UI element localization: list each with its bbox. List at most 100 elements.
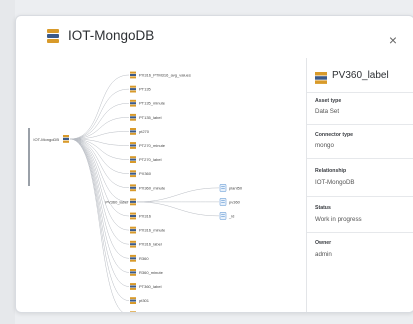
node-label: PT135_minute (139, 101, 166, 106)
dialog-title: IOT-MongoDB (68, 28, 155, 43)
divider (307, 124, 413, 125)
table-icon (130, 99, 136, 107)
graph-field-node[interactable]: pv360 (219, 198, 241, 206)
node-label: pt301 (139, 298, 150, 303)
divider (307, 196, 413, 197)
graph-field-node[interactable]: _id (219, 212, 234, 220)
graph-node[interactable]: PX316_PTM316_avg_values (130, 71, 191, 79)
graph-edge (69, 138, 130, 203)
node-label: PX360_minute (139, 185, 166, 190)
graph-node[interactable]: pt270 (130, 128, 150, 135)
connector-type-label: Connector type (315, 132, 354, 138)
table-icon (130, 170, 136, 178)
graph-root-node[interactable]: IOT-MongoDB (33, 135, 69, 143)
table-icon (130, 128, 136, 135)
node-label: R360_minute (139, 270, 164, 275)
resize-handle[interactable] (28, 128, 30, 186)
node-label: plant50 (229, 185, 243, 190)
node-label: PX316 (139, 214, 152, 219)
node-label: PX316_minute (139, 228, 166, 233)
graph-node[interactable]: PT301_minute (130, 311, 166, 312)
node-label: PT135 (139, 87, 152, 92)
node-label: PX316_label (139, 242, 162, 247)
graph-node[interactable]: R360_minute (130, 269, 164, 276)
node-label: PX316_PTM316_avg_values (139, 73, 191, 78)
field-icon (219, 198, 227, 206)
background-rail (0, 0, 15, 324)
graph-node[interactable]: PV360_label (105, 198, 136, 206)
status-label: Status (315, 205, 331, 211)
node-label: PT270_minute (139, 143, 166, 148)
table-icon (315, 72, 327, 84)
graph-node[interactable]: PX316 (130, 212, 152, 220)
table-icon (130, 254, 136, 262)
table-icon (130, 184, 136, 192)
graph-node[interactable]: pt301 (130, 297, 150, 304)
table-icon (130, 85, 136, 93)
graph-node[interactable]: PT135 (130, 85, 152, 93)
graph-edge (69, 138, 123, 312)
graph-field-node[interactable]: plant50 (219, 184, 243, 192)
dialog-header: IOT-MongoDB × (16, 16, 413, 58)
graph-node[interactable]: PT135_minute (130, 99, 166, 107)
node-label: PT135_label (139, 115, 162, 120)
node-label: pt270 (139, 129, 150, 134)
graph-edge (69, 74, 130, 140)
graph-node[interactable]: PX316_label (130, 240, 162, 248)
relationship-label: Relationship (315, 168, 347, 174)
divider (307, 232, 413, 233)
graph-node[interactable]: PX316_minute (130, 226, 166, 234)
table-icon (130, 156, 136, 163)
node-label: pv360 (229, 199, 241, 204)
graph-edges (69, 74, 220, 312)
details-panel: PV360_label Asset type Data Set Connecto… (306, 58, 413, 312)
graph-node[interactable]: PT135_label (130, 113, 162, 121)
table-icon (130, 283, 136, 290)
node-label: PV360_label (105, 199, 128, 204)
connector-type-value: mongo (315, 142, 334, 149)
field-icon (219, 184, 227, 192)
field-icon (219, 212, 227, 220)
status-value: Work in progress (315, 216, 362, 223)
node-label: _id (228, 213, 234, 218)
table-icon (130, 226, 136, 234)
table-icon (130, 297, 136, 304)
node-label: PT360_label (139, 284, 162, 289)
node-label: R360 (139, 256, 149, 261)
table-icon (130, 198, 136, 206)
node-label: PT270_label (139, 157, 162, 162)
graph-edge (69, 138, 130, 287)
table-icon (130, 269, 136, 276)
graph-node[interactable]: PX360_minute (130, 184, 166, 192)
divider (307, 92, 413, 93)
database-icon (47, 29, 59, 43)
panel-title: PV360_label (332, 70, 389, 81)
table-icon (130, 212, 136, 220)
graph-edge (69, 138, 130, 189)
owner-label: Owner (315, 240, 332, 246)
lineage-graph[interactable]: IOT-MongoDB PX316_PTM316_avg_values PT135 P… (16, 58, 306, 312)
asset-type-label: Asset type (315, 98, 342, 104)
graph-edge (69, 138, 130, 174)
close-button[interactable]: × (386, 33, 400, 47)
asset-lineage-dialog: IOT-MongoDB × IOT-MongoDB PX316_PTM316_av… (15, 15, 413, 313)
graph-node[interactable]: PX360 (130, 170, 152, 178)
table-icon (130, 142, 136, 149)
graph-node[interactable]: PT270_minute (130, 142, 166, 149)
graph-node[interactable]: PT270_label (130, 156, 162, 163)
graph-edge (69, 117, 130, 140)
node-label: IOT-MongoDB (33, 137, 59, 142)
database-icon (63, 135, 69, 143)
graph-node[interactable]: R360 (130, 254, 149, 262)
asset-type-value: Data Set (315, 108, 340, 115)
table-icon (130, 71, 136, 79)
lineage-graph-canvas[interactable]: IOT-MongoDB PX316_PTM316_avg_values PT135 P… (16, 58, 306, 312)
owner-value: admin (315, 251, 332, 258)
table-icon (130, 311, 136, 312)
graph-edge (69, 138, 130, 301)
graph-edge (69, 138, 130, 245)
table-icon (130, 240, 136, 248)
table-icon (130, 113, 136, 121)
node-label: PX360 (139, 171, 152, 176)
graph-node[interactable]: PT360_label (130, 283, 162, 290)
